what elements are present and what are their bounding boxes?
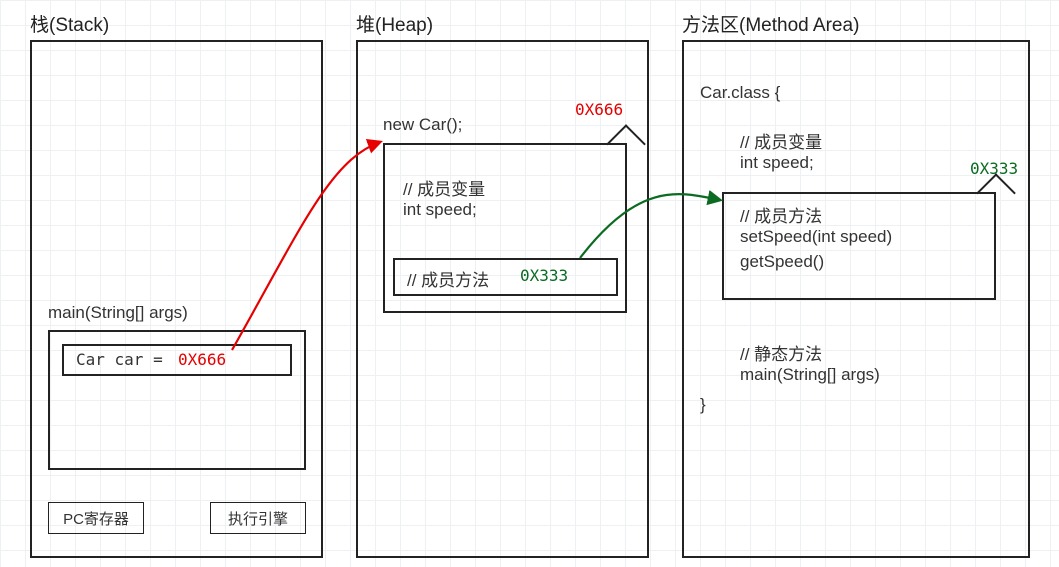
ma-method-comment: // 成员方法	[740, 202, 822, 227]
heap-label: 堆(Heap)	[356, 10, 433, 37]
ma-static-comment: // 静态方法	[740, 340, 822, 365]
heap-addr-tag: 0X666	[575, 100, 623, 119]
methodarea-label: 方法区(Method Area)	[682, 10, 859, 37]
class-close-text: }	[700, 395, 706, 415]
stack-box	[30, 40, 323, 558]
heap-method-comment: // 成员方法	[407, 266, 489, 291]
car-addr-text: 0X666	[178, 350, 226, 369]
exec-engine-box: 执行引擎	[210, 502, 306, 534]
exec-engine-text: 执行引擎	[228, 508, 288, 529]
pc-register-box: PC寄存器	[48, 502, 144, 534]
ma-method1: setSpeed(int speed)	[740, 227, 892, 247]
pc-register-text: PC寄存器	[63, 508, 129, 529]
class-header-text: Car.class {	[700, 83, 780, 103]
car-decl-text: Car car =	[76, 350, 163, 369]
ma-static-method: main(String[] args)	[740, 365, 880, 385]
stack-label: 栈(Stack)	[30, 10, 109, 37]
ma-field-decl: int speed;	[740, 153, 814, 173]
stack-main-label: main(String[] args)	[48, 303, 188, 323]
heap-field-comment: // 成员变量	[403, 175, 485, 200]
heap-method-addr: 0X333	[520, 266, 568, 285]
heap-field-decl: int speed;	[403, 200, 477, 220]
ma-method2: getSpeed()	[740, 252, 824, 272]
ma-field-comment: // 成员变量	[740, 128, 822, 153]
heap-newcar-text: new Car();	[383, 115, 462, 135]
